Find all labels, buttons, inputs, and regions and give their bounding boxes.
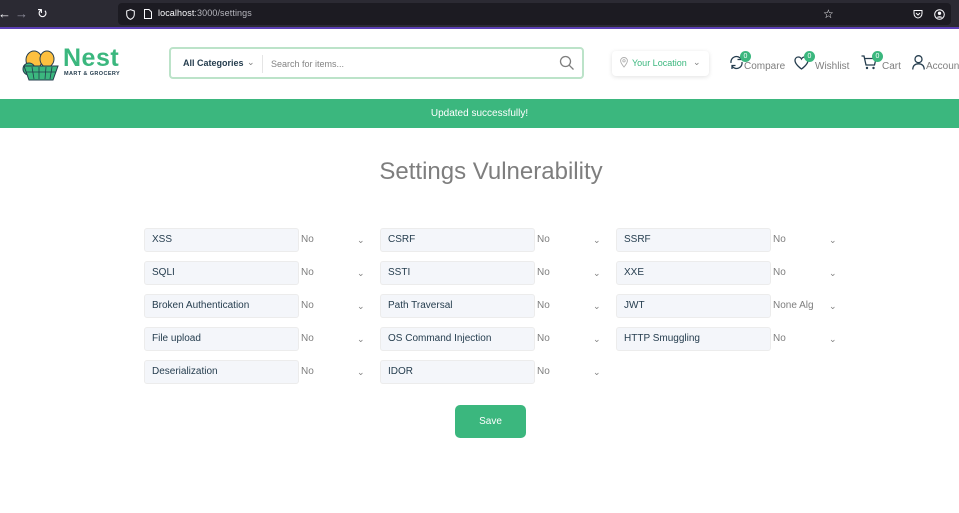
compare-label: Compare [744, 61, 786, 72]
account-label: Account [926, 61, 959, 72]
page-icon [144, 9, 152, 19]
setting-value: No [301, 333, 314, 344]
setting-label: IDOR [380, 360, 535, 384]
chevron-down-icon: ⌄ [829, 268, 837, 278]
setting-select[interactable]: No ⌄ [773, 327, 837, 351]
url-path: :3000/settings [194, 8, 252, 18]
account-link[interactable]: Account [912, 53, 959, 75]
chevron-down-icon: ⌄ [357, 334, 365, 344]
location-select[interactable]: Your Location ⌄ [612, 51, 709, 76]
setting-select[interactable]: No ⌄ [773, 228, 837, 252]
chevron-down-icon: ⌄ [357, 268, 365, 278]
chevron-down-icon: ⌄ [829, 301, 837, 311]
setting-label: XSS [144, 228, 299, 252]
setting-select[interactable]: No ⌄ [537, 261, 601, 285]
logo-title: Nest [63, 44, 120, 72]
chevron-down-icon: ⌄ [693, 57, 701, 67]
setting-select[interactable]: No ⌄ [537, 360, 601, 384]
setting-label: SSRF [616, 228, 771, 252]
profile-icon[interactable] [934, 9, 945, 20]
page-title: Settings Vulnerability [379, 158, 603, 185]
chevron-down-icon[interactable]: ⌄ [247, 57, 255, 68]
setting-label: Deserialization [144, 360, 299, 384]
chevron-down-icon: ⌄ [829, 235, 837, 245]
star-icon[interactable]: ☆ [823, 7, 834, 21]
setting-value: No [773, 333, 786, 344]
setting-value: None Alg [773, 300, 814, 311]
setting-label: File upload [144, 327, 299, 351]
cart-link[interactable]: 0 Cart [861, 51, 905, 75]
user-icon [912, 55, 925, 70]
logo-basket-icon [22, 50, 59, 81]
setting-value: No [301, 300, 314, 311]
search-input[interactable] [271, 54, 541, 74]
site-header: Nest MART & GROCERY All Categories ⌄ You… [0, 29, 959, 99]
chevron-down-icon: ⌄ [593, 235, 601, 245]
setting-select[interactable]: No ⌄ [773, 261, 837, 285]
setting-label: SSTI [380, 261, 535, 285]
category-select[interactable]: All Categories [183, 58, 244, 68]
setting-label: Path Traversal [380, 294, 535, 318]
compare-link[interactable]: 0 Compare [729, 51, 786, 75]
reload-icon[interactable]: ↻ [37, 7, 48, 21]
setting-label: XXE [616, 261, 771, 285]
shield-icon [126, 9, 135, 20]
setting-label: OS Command Injection [380, 327, 535, 351]
wishlist-link[interactable]: 0 Wishlist [794, 51, 852, 75]
setting-select[interactable]: No ⌄ [301, 294, 365, 318]
setting-value: No [301, 366, 314, 377]
setting-value: No [773, 234, 786, 245]
setting-select[interactable]: No ⌄ [537, 327, 601, 351]
setting-value: No [537, 333, 550, 344]
location-label: Your Location [632, 58, 687, 68]
browser-toolbar: ← → ↻ localhost:3000/settings ☆ [0, 0, 959, 29]
location-pin-icon [620, 57, 628, 68]
setting-label: JWT [616, 294, 771, 318]
setting-label: Broken Authentication [144, 294, 299, 318]
setting-select[interactable]: No ⌄ [301, 261, 365, 285]
setting-label: HTTP Smuggling [616, 327, 771, 351]
setting-value: No [301, 234, 314, 245]
setting-value: No [537, 300, 550, 311]
chevron-down-icon: ⌄ [593, 301, 601, 311]
setting-select[interactable]: No ⌄ [537, 294, 601, 318]
alert-message: Updated successfully! [430, 108, 529, 119]
setting-label: CSRF [380, 228, 535, 252]
setting-value: No [537, 234, 550, 245]
setting-label: SQLI [144, 261, 299, 285]
chevron-down-icon: ⌄ [593, 334, 601, 344]
logo-subtitle: MART & GROCERY [64, 71, 121, 77]
chevron-down-icon: ⌄ [357, 235, 365, 245]
search-bar: All Categories ⌄ [169, 47, 584, 79]
setting-value: No [301, 267, 314, 278]
setting-value: No [537, 366, 550, 377]
setting-select[interactable]: No ⌄ [537, 228, 601, 252]
chevron-down-icon: ⌄ [593, 367, 601, 377]
setting-select[interactable]: No ⌄ [301, 327, 365, 351]
chevron-down-icon: ⌄ [357, 301, 365, 311]
save-button[interactable]: Save [455, 405, 526, 438]
chevron-down-icon: ⌄ [357, 367, 365, 377]
success-alert: Updated successfully! [0, 99, 959, 128]
setting-value: No [773, 267, 786, 278]
setting-select[interactable]: None Alg ⌄ [773, 294, 837, 318]
url-host: localhost [158, 8, 195, 18]
search-icon[interactable] [559, 55, 575, 71]
setting-value: No [537, 267, 550, 278]
setting-select[interactable]: No ⌄ [301, 360, 365, 384]
url-text: localhost:3000/settings [158, 8, 252, 18]
back-icon[interactable]: ← [0, 7, 11, 21]
cart-label: Cart [882, 61, 901, 72]
pocket-icon[interactable] [913, 9, 923, 19]
logo[interactable]: Nest MART & GROCERY [20, 44, 130, 89]
wishlist-label: Wishlist [815, 61, 850, 72]
forward-icon[interactable]: → [15, 7, 28, 21]
chevron-down-icon: ⌄ [593, 268, 601, 278]
setting-select[interactable]: No ⌄ [301, 228, 365, 252]
divider [262, 55, 263, 73]
chevron-down-icon: ⌄ [829, 334, 837, 344]
wishlist-badge: 0 [804, 51, 815, 62]
